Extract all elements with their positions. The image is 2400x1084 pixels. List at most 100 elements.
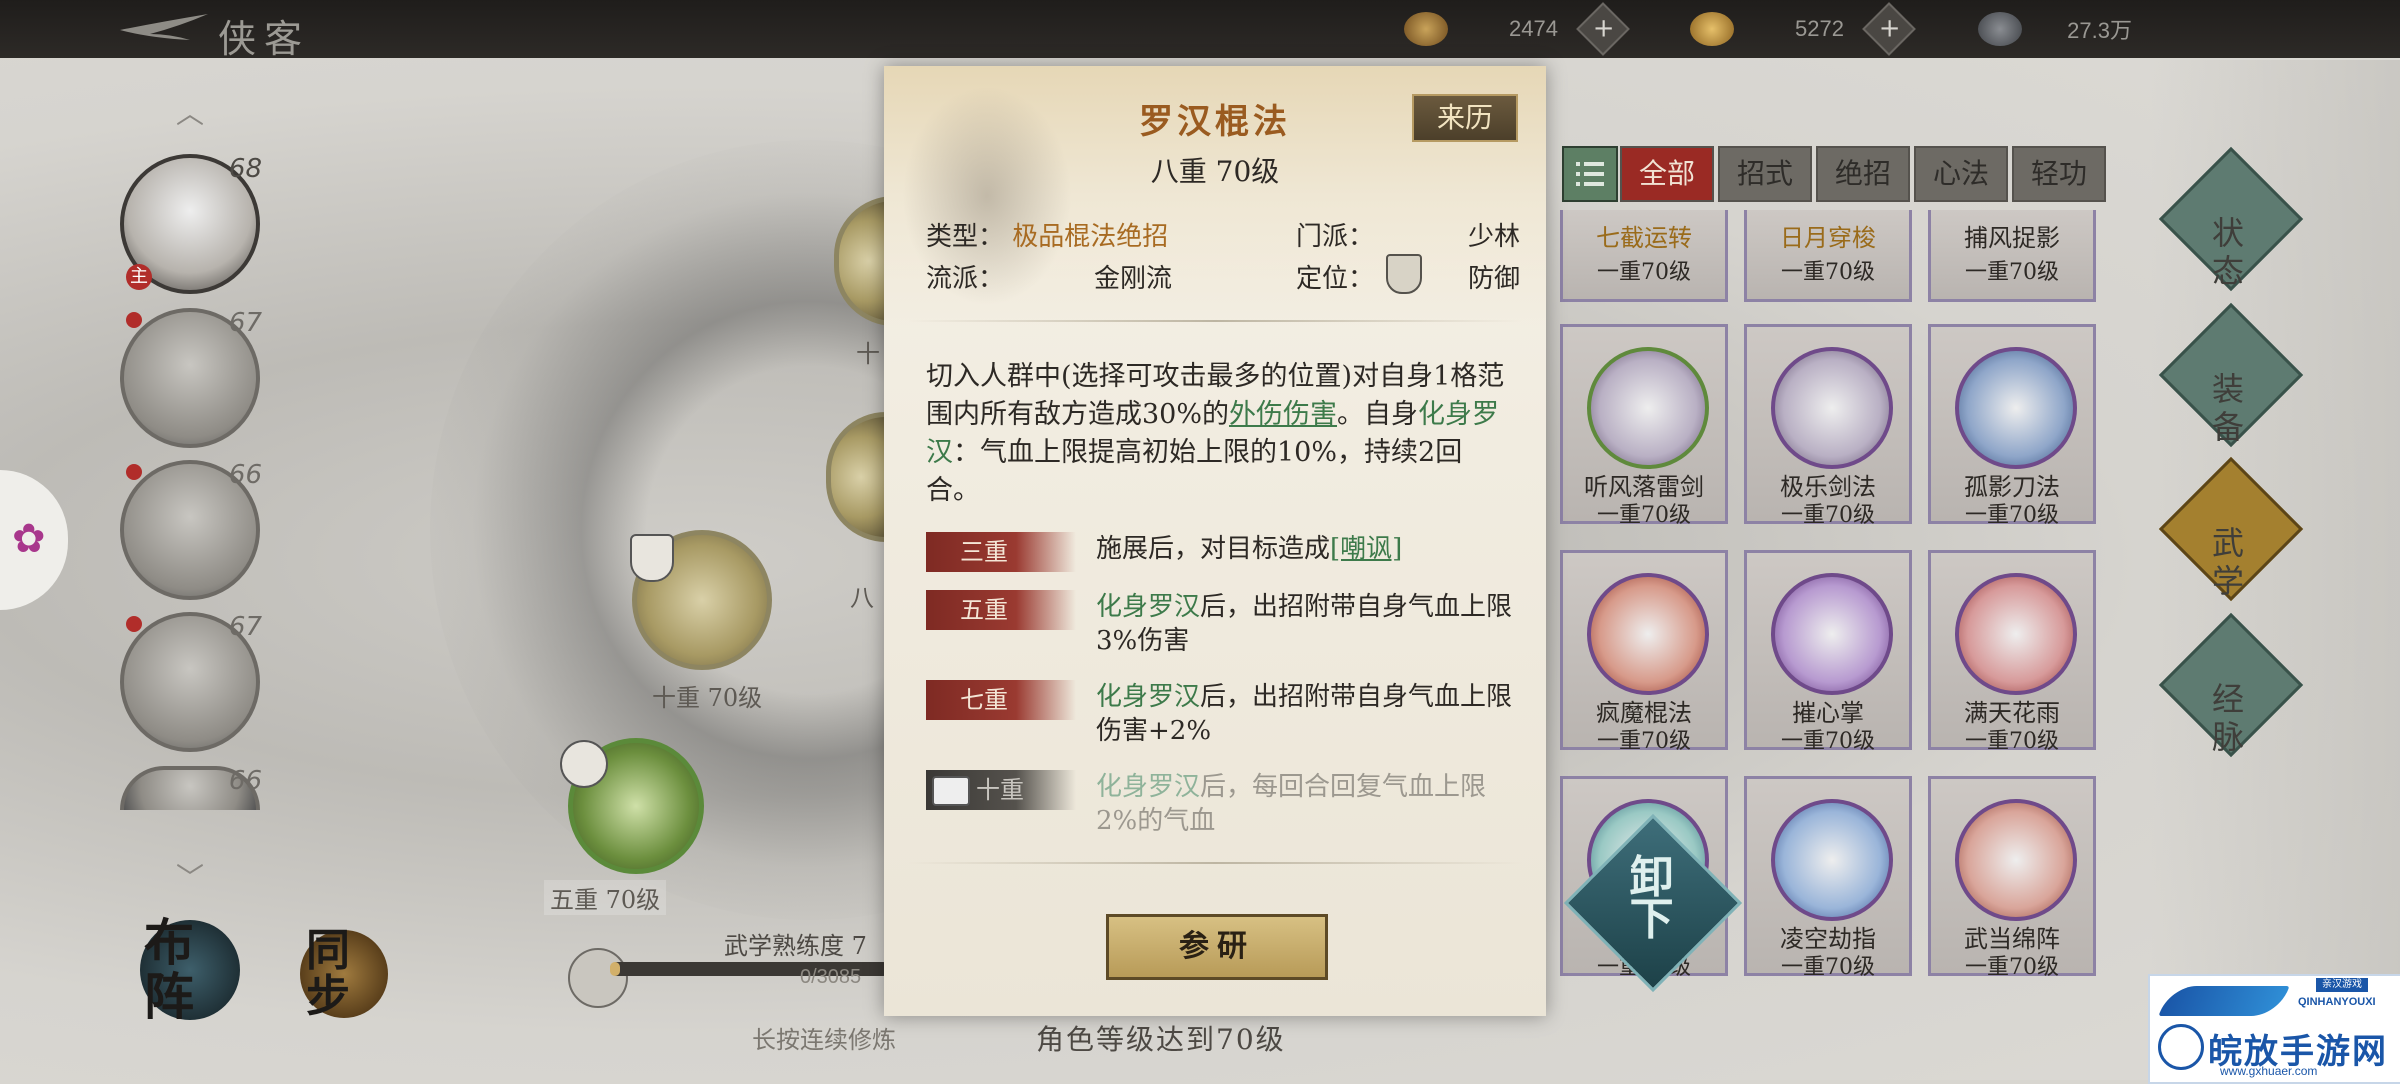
formation-label: 布阵 [144,913,194,1026]
nav-label: 武学 [2211,524,2244,600]
character-avatar[interactable]: 66 [120,460,262,600]
mastery-label: 武学熟练度 7 [724,932,867,960]
character-avatar[interactable]: 66 [120,766,262,810]
skill-icon [1771,799,1893,921]
buff-keyword: 化身罗汉 [1096,772,1201,802]
mastery-value: 0/3085 [800,966,862,988]
school-value: 金刚流 [1094,264,1173,294]
skill-card[interactable]: 孤影刀法 一重70级 [1928,324,2096,528]
watermark-url: www.gxhuaer.com [2220,1064,2318,1078]
skill-detail-modal: 罗汉棍法 八重 70级 来历 类型： 极品棍法绝招 门派： 少林 流派： 金刚流… [884,66,1546,1016]
resource-value: 2474 [1509,16,1558,41]
buff-keyword[interactable]: 化身罗汉 [1096,682,1200,712]
nav-label: 经脉 [2211,680,2244,756]
character-level: 66 [228,460,262,490]
skill-level: 一重70级 [1965,503,2059,528]
mastery-progress-fill [610,962,620,976]
divider [908,320,1522,322]
add-leaf-button[interactable]: + [1576,2,1630,56]
skill-card[interactable]: 日月穿梭 一重70级 [1744,210,1912,302]
skill-level: 一重70级 [1965,955,2059,980]
skill-name: 七截运转 [1596,224,1692,252]
role-value: 防御 [1467,264,1520,294]
skill-node-label: 十重 70级 [652,684,763,712]
divider [908,862,1522,864]
resource-value: 5272 [1795,16,1844,41]
shield-icon [630,534,674,582]
taunt-link[interactable]: [嘲讽] [1330,534,1402,564]
unload-label: 卸下 [1629,851,1674,945]
filter-tab-all[interactable]: 全部 [1620,146,1714,202]
filter-tab-moves[interactable]: 招式 [1718,146,1812,202]
skill-icon [1955,347,2077,469]
study-button[interactable]: 参研 [1106,914,1328,980]
character-level: 67 [228,612,262,642]
leaf-currency-icon [1404,12,1448,46]
filter-tab-mind[interactable]: 心法 [1914,146,2008,202]
scroll-icon [568,948,628,1008]
filter-tab-ultimate[interactable]: 绝招 [1816,146,1910,202]
formation-button[interactable]: 布阵 [140,916,240,1024]
skill-description: 切入人群中(选择可攻击最多的位置)对自身1格范围内所有敌方造成30%的外伤伤害。… [926,358,1506,510]
lock-icon [932,776,970,806]
skill-card[interactable]: 听风落雷剑 一重70级 [1560,324,1728,528]
tier-row: 五重 化身罗汉后，出招附带自身气血上限3%伤害 [926,590,1512,660]
tier-row: 三重 施展后，对目标造成[嘲讽] [926,532,1506,572]
chevron-down-icon[interactable]: ﹀ [160,856,220,894]
sync-label: 同步 [306,925,350,1022]
desc-text: ：气血上限提高初始上限的10%，持续2回合。 [926,437,1463,506]
nav-label: 装备 [2211,370,2244,446]
filter-tab-lightness[interactable]: 轻功 [2012,146,2106,202]
skill-icon [1587,347,1709,469]
skill-card[interactable]: 七截运转 一重70级 [1560,210,1728,302]
skill-card[interactable]: 捕风捉影 一重70级 [1928,210,2096,302]
external-damage-link[interactable]: 外伤伤害 [1229,399,1337,430]
role-key: 定位： [1296,264,1375,294]
skill-level: 一重70级 [1781,503,1875,528]
skill-name: 捕风捉影 [1964,224,2060,252]
skill-icon [1587,573,1709,695]
buff-keyword[interactable]: 化身罗汉 [1096,592,1200,622]
watermark-emblem-icon [2158,1024,2204,1070]
watermark-en: QINHANYOUXI [2298,996,2376,1008]
skill-card[interactable]: 摧心掌 一重70级 [1744,550,1912,754]
resource-value: 27.3万 [2067,18,2132,43]
skill-card[interactable]: 武当绵阵 一重70级 [1928,776,2096,980]
skill-level: 一重70级 [1781,260,1875,285]
skill-level: 一重70级 [1965,729,2059,754]
skill-card[interactable]: 满天花雨 一重70级 [1928,550,2096,754]
skill-card[interactable]: 极乐剑法 一重70级 [1744,324,1912,528]
back-brush-icon[interactable] [120,12,210,42]
character-level: 67 [228,308,262,338]
type-value: 极品棍法绝招 [1012,222,1169,252]
resource-leaf: 2474 + [1404,2,1630,56]
skill-card[interactable]: 疯魔棍法 一重70级 [1560,550,1728,754]
skill-node-label: 五重 70级 [544,880,667,915]
sword-icon [560,740,608,788]
skill-icon [1771,347,1893,469]
add-gold-button[interactable]: + [1862,2,1916,56]
character-avatar[interactable]: 68 主 [120,154,262,294]
tier-badge: 七重 [926,680,1076,720]
sect-key: 门派： [1296,222,1375,252]
skill-card[interactable]: 凌空劫指 一重70级 [1744,776,1912,980]
skill-icon [1955,573,2077,695]
level-requirement: 角色等级达到70级 [1036,1023,1286,1056]
watermark: 亲汉游戏 QINHANYOUXI 皖放手游网 www.gxhuaer.com [2148,974,2400,1084]
skill-level: 一重70级 [1781,955,1875,980]
type-row: 类型： 极品棍法绝招 [926,216,1168,253]
type-key: 类型： [926,222,1005,252]
nav-label: 状态 [2211,214,2244,290]
origin-button[interactable]: 来历 [1412,94,1518,142]
sect-value: 少林 [1467,222,1520,252]
character-avatar[interactable]: 67 [120,612,262,752]
sync-button[interactable]: 同步 [300,925,388,1022]
list-view-icon[interactable] [1562,146,1618,202]
skill-level: 一重70级 [1597,260,1691,285]
skill-level: 一重70级 [1597,729,1691,754]
tier-badge-label: 十重 [976,776,1024,804]
character-level: 66 [228,766,262,796]
skill-node-label: 十 [856,340,880,368]
notification-dot [126,616,142,632]
character-avatar[interactable]: 67 [120,308,262,448]
